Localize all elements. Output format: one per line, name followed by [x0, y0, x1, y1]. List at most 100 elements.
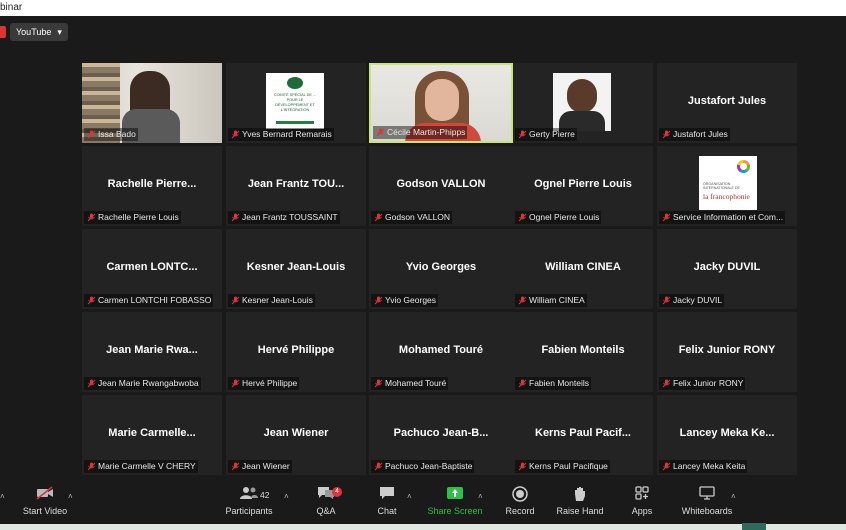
- mic-muted-icon: [518, 130, 527, 139]
- chat-icon: [372, 486, 402, 504]
- audio-options-caret[interactable]: ˄: [0, 492, 5, 501]
- raise-hand-button[interactable]: Raise Hand: [556, 486, 604, 516]
- participant-name: Mohamed Touré: [385, 378, 447, 388]
- live-stream-button[interactable]: YouTube ▾: [10, 23, 68, 41]
- participant-name: Yvio Georges: [385, 295, 437, 305]
- logo-text: COMITÉ SPÉCIAL DE ... POUR LE DÉVELOPPEM…: [273, 93, 317, 112]
- participant-display-name: Jean Wiener: [263, 427, 329, 439]
- participant-name-label: Justafort Jules: [659, 128, 730, 141]
- apps-button[interactable]: Apps: [628, 486, 656, 516]
- record-icon: [503, 486, 537, 504]
- hand-icon: [556, 486, 604, 504]
- participant-name-label: Marie Carmelle V CHERY: [84, 460, 198, 473]
- participant-tile[interactable]: Kesner Jean-Louis Kesner Jean-Louis: [226, 229, 366, 309]
- participant-display-name: Godson VALLON: [396, 178, 486, 190]
- participant-name: Cécile Martin-Phipps: [387, 127, 466, 137]
- participant-tile[interactable]: Godson VALLON Godson VALLON: [369, 146, 513, 226]
- participant-tile[interactable]: Ognel Pierre Louis Ognel Pierre Louis: [513, 146, 653, 226]
- participant-tile[interactable]: Jean Marie Rwa... Jean Marie Rwangabwoba: [82, 312, 222, 392]
- participant-tile[interactable]: Hervé Philippe Hervé Philippe: [226, 312, 366, 392]
- participant-name-label: Carmen LONTCHI FOBASSO: [84, 294, 214, 307]
- participant-display-name: Marie Carmelle...: [108, 427, 196, 439]
- participant-tile[interactable]: Gerty Pierre: [513, 63, 653, 143]
- participant-name: Justafort Jules: [673, 129, 728, 139]
- participant-name: Kerns Paul Pacifique: [529, 461, 608, 471]
- start-video-button[interactable]: Start Video: [22, 486, 68, 516]
- participant-tile[interactable]: Felix Junior RONY Felix Junior RONY: [657, 312, 797, 392]
- share-screen-button[interactable]: Share Screen: [426, 486, 484, 516]
- raise-hand-label: Raise Hand: [556, 506, 604, 516]
- participant-name: Ognel Pierre Louis: [529, 212, 600, 222]
- mic-muted-icon: [518, 296, 527, 305]
- apps-icon: [628, 486, 656, 504]
- participant-display-name: Hervé Philippe: [257, 344, 335, 356]
- record-label: Record: [505, 506, 535, 516]
- participant-name-label: Godson VALLON: [371, 211, 453, 224]
- mic-muted-icon: [87, 462, 96, 471]
- participant-tile[interactable]: Jacky DUVIL Jacky DUVIL: [657, 229, 797, 309]
- chat-options-caret[interactable]: ˄: [407, 492, 412, 501]
- whiteboards-button[interactable]: Whiteboards: [680, 486, 734, 516]
- whiteboards-label: Whiteboards: [681, 506, 733, 516]
- participant-tile[interactable]: Justafort Jules Justafort Jules: [657, 63, 797, 143]
- participant-name: Pachuco Jean-Baptiste: [385, 461, 473, 471]
- participant-display-name: Lancey Meka Ke...: [679, 427, 775, 439]
- participant-tile[interactable]: Pachuco Jean-B... Pachuco Jean-Baptiste: [369, 395, 513, 475]
- participant-tile[interactable]: Cécile Martin-Phipps: [369, 63, 513, 143]
- participants-label: Participants: [225, 506, 273, 516]
- participant-display-name: Jean Marie Rwa...: [106, 344, 198, 356]
- mic-muted-icon: [231, 296, 240, 305]
- participant-display-name: Jacky DUVIL: [693, 261, 761, 273]
- mic-muted-icon: [87, 379, 96, 388]
- participant-name-label: Cécile Martin-Phipps: [373, 126, 468, 139]
- participant-tile[interactable]: Yvio Georges Yvio Georges: [369, 229, 513, 309]
- participant-tile[interactable]: William CINEA William CINEA: [513, 229, 653, 309]
- participant-tile[interactable]: Rachelle Pierre... Rachelle Pierre Louis: [82, 146, 222, 226]
- participant-display-name: Kesner Jean-Louis: [246, 261, 346, 273]
- participant-display-name: Yvio Georges: [405, 261, 477, 273]
- participant-tile[interactable]: Kerns Paul Pacif... Kerns Paul Pacifique: [513, 395, 653, 475]
- participant-name: Lancey Meka Keita: [673, 461, 746, 471]
- share-options-caret[interactable]: ˄: [478, 492, 483, 501]
- live-stream-label: YouTube: [16, 27, 52, 37]
- participant-video: [553, 73, 611, 131]
- participant-name-label: Jean Wiener: [228, 460, 292, 473]
- mic-muted-icon: [374, 379, 383, 388]
- whiteboards-options-caret[interactable]: ˄: [731, 492, 736, 501]
- participant-tile[interactable]: Issa Bado: [82, 63, 222, 143]
- participants-options-caret[interactable]: ˄: [284, 492, 289, 501]
- participant-name-label: Rachelle Pierre Louis: [84, 211, 181, 224]
- participant-name-label: Mohamed Touré: [371, 377, 449, 390]
- participant-tile[interactable]: Carmen LONTC... Carmen LONTCHI FOBASSO: [82, 229, 222, 309]
- whiteboard-icon: [680, 486, 734, 504]
- participant-tile[interactable]: Marie Carmelle... Marie Carmelle V CHERY: [82, 395, 222, 475]
- video-options-caret[interactable]: ˄: [68, 492, 73, 501]
- mic-muted-icon: [87, 130, 96, 139]
- participant-tile[interactable]: Jean Frantz TOU... Jean Frantz TOUSSAINT: [226, 146, 366, 226]
- participant-name: William CINEA: [529, 295, 585, 305]
- participant-tile[interactable]: Fabien Monteils Fabien Monteils: [513, 312, 653, 392]
- participant-name-label: William CINEA: [515, 294, 587, 307]
- participant-tile[interactable]: Jean Wiener Jean Wiener: [226, 395, 366, 475]
- participant-name-label: Kerns Paul Pacifique: [515, 460, 610, 473]
- participant-display-name: Fabien Monteils: [541, 344, 625, 356]
- participant-name-label: Gerty Pierre: [515, 128, 577, 141]
- participant-name-label: Felix Junior RONY: [659, 377, 746, 390]
- participant-tile[interactable]: ORGANISATION INTERNATIONALE DE la francop…: [657, 146, 797, 226]
- participant-name-label: Lancey Meka Keita: [659, 460, 748, 473]
- logo-line2: la francophonie: [703, 192, 750, 201]
- chat-button[interactable]: Chat: [372, 486, 402, 516]
- participant-name: Godson VALLON: [385, 212, 451, 222]
- start-video-label: Start Video: [22, 506, 68, 516]
- mic-muted-icon: [231, 379, 240, 388]
- mic-muted-icon: [662, 296, 671, 305]
- mic-muted-icon: [662, 213, 671, 222]
- participants-count: 42: [260, 490, 270, 500]
- participant-name: Marie Carmelle V CHERY: [98, 461, 196, 471]
- participant-tile[interactable]: Lancey Meka Ke... Lancey Meka Keita: [657, 395, 797, 475]
- participant-name-label: Jean Frantz TOUSSAINT: [228, 211, 340, 224]
- record-button[interactable]: Record: [503, 486, 537, 516]
- participant-tile[interactable]: Mohamed Touré Mohamed Touré: [369, 312, 513, 392]
- participant-tile[interactable]: COMITÉ SPÉCIAL DE ... POUR LE DÉVELOPPEM…: [226, 63, 366, 143]
- participant-display-name: Pachuco Jean-B...: [393, 427, 489, 439]
